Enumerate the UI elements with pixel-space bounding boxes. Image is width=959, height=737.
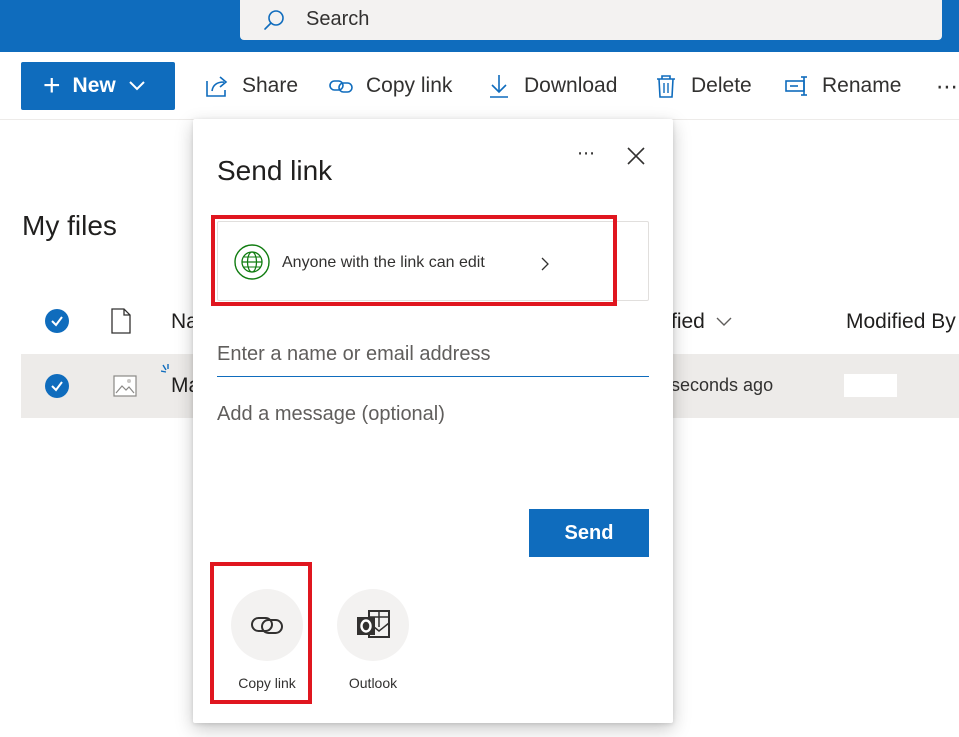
page-title: My files [22, 210, 117, 241]
chevron-down-icon [716, 317, 732, 326]
share-label: Share [242, 74, 299, 97]
delete-label: Delete [691, 74, 752, 97]
search-placeholder: Search [306, 8, 370, 30]
file-type-icon [111, 308, 131, 334]
image-file-icon [113, 375, 137, 397]
select-all-checkbox[interactable] [45, 309, 69, 333]
globe-icon [234, 244, 270, 280]
copy-link-option-label: Copy link [238, 675, 296, 691]
outlook-option[interactable]: Outlook [328, 589, 418, 691]
search-box[interactable]: Search [240, 0, 942, 40]
copy-link-label: Copy link [366, 74, 453, 97]
copy-link-option[interactable]: Copy link [222, 589, 312, 691]
new-button-label: New [72, 74, 116, 97]
link-permission-selector[interactable]: Anyone with the link can edit [217, 221, 649, 301]
command-bar: + New Share Copy link Download Delete Re… [0, 52, 959, 120]
rename-button[interactable]: Rename [784, 62, 901, 110]
row-modified: seconds ago [671, 375, 774, 395]
download-button[interactable]: Download [486, 62, 617, 110]
plus-icon: + [43, 69, 61, 102]
more-commands-button[interactable]: ⋯ [936, 74, 959, 100]
checkmark-icon [51, 316, 63, 327]
outlook-option-label: Outlook [348, 675, 398, 691]
link-icon [329, 80, 353, 93]
trash-icon [657, 75, 675, 98]
rename-icon [785, 76, 807, 96]
share-button[interactable]: Share [204, 62, 298, 110]
row-modified-by [844, 374, 897, 397]
outlook-icon [357, 610, 390, 638]
link-icon [251, 617, 283, 634]
close-icon[interactable] [625, 145, 647, 167]
search-icon [264, 10, 284, 30]
top-header: Search [0, 0, 959, 52]
recipient-input[interactable] [217, 333, 649, 377]
column-header-modified-by[interactable]: Modified By [846, 310, 956, 334]
rename-label: Rename [822, 74, 902, 97]
copy-link-circle [231, 589, 303, 661]
new-button[interactable]: + New [21, 62, 175, 110]
delete-button[interactable]: Delete [653, 62, 752, 110]
link-permission-text: Anyone with the link can edit [282, 254, 485, 271]
download-label: Download [524, 74, 618, 97]
dialog-title: Send link [217, 155, 333, 186]
share-icon [206, 76, 228, 97]
row-checkbox[interactable] [45, 374, 69, 398]
send-link-dialog: Send link ⋯ Anyone with the link can edi… [193, 119, 673, 723]
message-input[interactable] [217, 403, 649, 503]
copy-link-button[interactable]: Copy link [328, 62, 452, 110]
chevron-right-icon [541, 257, 549, 271]
column-header-modified-label: fied [671, 310, 705, 333]
outlook-circle [337, 589, 409, 661]
column-header-modified[interactable]: fied [671, 310, 733, 334]
dialog-more-button[interactable]: ⋯ [577, 143, 597, 164]
send-button[interactable]: Send [529, 509, 649, 557]
chevron-down-icon [129, 81, 145, 91]
checkmark-icon [51, 381, 63, 392]
download-icon [490, 75, 508, 98]
